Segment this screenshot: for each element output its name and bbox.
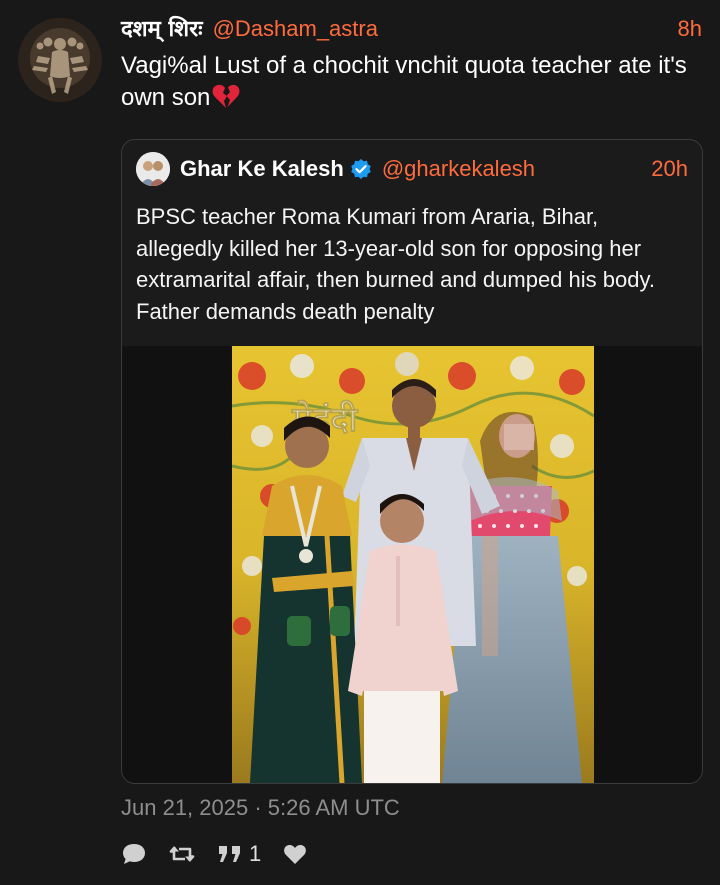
quote-icon bbox=[219, 846, 240, 862]
quoted-author-display-name[interactable]: Ghar Ke Kalesh bbox=[180, 156, 344, 182]
quoted-author-avatar[interactable] bbox=[136, 152, 170, 186]
reply-button[interactable] bbox=[121, 842, 147, 866]
quoted-author-handle[interactable]: @gharkekalesh bbox=[382, 156, 535, 182]
post-actions: 1 bbox=[121, 838, 307, 870]
like-button[interactable] bbox=[283, 843, 307, 865]
post-time[interactable]: 8h bbox=[678, 14, 702, 44]
author-handle[interactable]: @Dasham_astra bbox=[213, 14, 378, 44]
quoted-post-time[interactable]: 20h bbox=[651, 156, 688, 182]
verified-badge-icon bbox=[351, 159, 371, 179]
quote-button[interactable]: 1 bbox=[217, 841, 261, 867]
post: दशम् शिरः @Dasham_astra 8h Vagi%al Lust … bbox=[0, 0, 720, 885]
retweet-icon bbox=[169, 846, 195, 862]
quoted-post-text: BPSC teacher Roma Kumari from Araria, Bi… bbox=[136, 204, 655, 324]
author-display-name[interactable]: दशम् शिरः bbox=[121, 15, 203, 45]
quoted-post[interactable]: Ghar Ke Kalesh @gharkekalesh 20h BPSC te… bbox=[121, 139, 703, 784]
heart-icon bbox=[284, 844, 307, 864]
post-text-body: Vagi%al Lust of a chochit vnchit quota t… bbox=[121, 52, 687, 111]
post-header: दशम् शिरः @Dasham_astra 8h bbox=[121, 14, 702, 45]
quote-count: 1 bbox=[249, 841, 262, 866]
quoted-media[interactable]: मेहंदी bbox=[122, 346, 702, 783]
family-photo[interactable]: मेहंदी bbox=[232, 346, 594, 783]
quoted-header: Ghar Ke Kalesh @gharkekalesh 20h bbox=[136, 152, 688, 186]
post-timestamp[interactable]: Jun 21, 2025 · 5:26 AM UTC bbox=[121, 795, 400, 821]
broken-heart-icon bbox=[212, 84, 240, 108]
author-avatar[interactable] bbox=[18, 18, 102, 102]
speech-bubble-icon bbox=[123, 844, 145, 864]
post-text: Vagi%al Lust of a chochit vnchit quota t… bbox=[121, 50, 711, 114]
retweet-button[interactable] bbox=[169, 843, 195, 865]
